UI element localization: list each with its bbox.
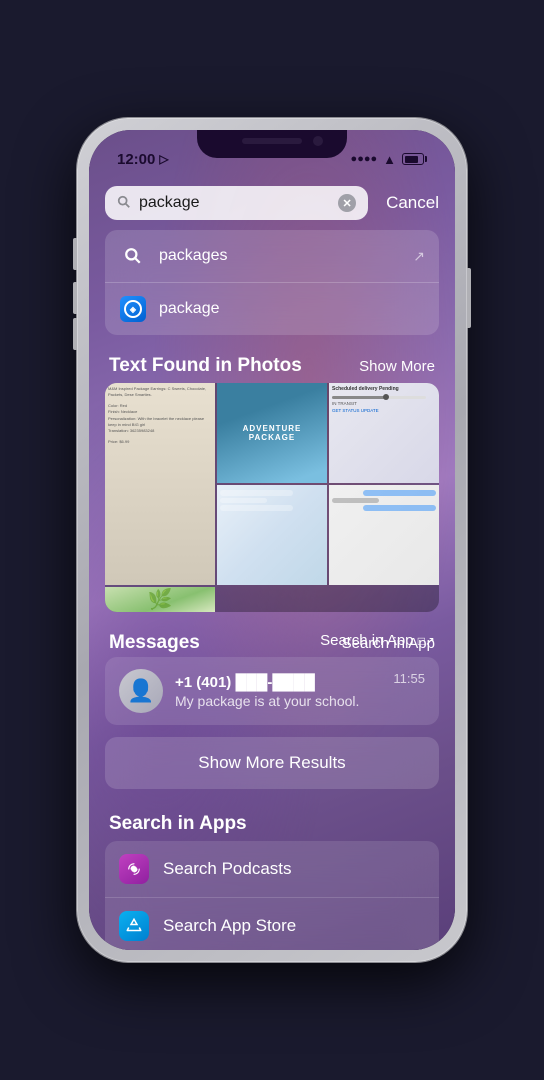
screen-bg: 12:00 ▷ ●●●● ▲: [89, 130, 455, 950]
search-apps-container: Search Podcasts Search App: [105, 841, 439, 950]
clock: 12:00: [117, 151, 155, 168]
photo-cell-5[interactable]: [329, 485, 439, 585]
suggestion-arrow-icon: ↗: [413, 248, 425, 265]
suggestion-packages-label: packages: [159, 247, 401, 265]
appstore-icon: [119, 911, 149, 941]
messages-search-in-app-label[interactable]: Search in App □↗: [320, 632, 435, 649]
search-appstore-label: Search App Store: [163, 916, 296, 936]
safari-icon-wrap: ◈: [119, 295, 147, 323]
wifi-icon: ▲: [383, 152, 396, 167]
photos-section-title: Text Found in Photos: [109, 355, 302, 377]
search-clear-button[interactable]: ✕: [338, 194, 356, 212]
photo-cell-1[interactable]: M&M Inspired Package Earrings: C Sweets,…: [105, 383, 215, 585]
suggestions-container: packages ↗ ◈: [105, 230, 439, 335]
suggestion-package-label: package: [159, 300, 425, 318]
signal-icon: ●●●●: [351, 153, 378, 165]
messages-container: 👤 +1 (401) ███-████ My package is at you…: [105, 657, 439, 725]
photo-cell-3[interactable]: Scheduled delivery Pending IN TRANSIT GE…: [329, 383, 439, 483]
battery-icon: [402, 153, 427, 165]
search-in-apps-title: Search in Apps: [109, 813, 247, 835]
status-time: 12:00 ▷: [117, 151, 169, 168]
sender-name: +1 (401) ███-████: [175, 674, 315, 691]
notch-camera: [313, 136, 323, 146]
search-in-apps-header: Search in Apps: [89, 805, 455, 841]
search-icon: [117, 195, 131, 212]
show-more-results-label: Show More Results: [198, 753, 345, 772]
cancel-button[interactable]: Cancel: [376, 193, 439, 213]
search-query[interactable]: package: [139, 194, 330, 212]
search-bar[interactable]: package ✕: [105, 186, 368, 220]
phone-outer: 12:00 ▷ ●●●● ▲: [77, 118, 467, 962]
show-more-results-button[interactable]: Show More Results: [105, 737, 439, 789]
message-time: 11:55: [393, 669, 425, 686]
photo-cell-2[interactable]: ADVENTURE PACKAGE: [217, 383, 327, 483]
suggestion-package[interactable]: ◈ package: [105, 283, 439, 335]
search-appstore-item[interactable]: Search App Store: [105, 898, 439, 950]
photos-grid: M&M Inspired Package Earrings: C Sweets,…: [105, 383, 439, 612]
photos-show-more-button[interactable]: Show More: [359, 358, 435, 375]
messages-section-title: Messages: [109, 632, 200, 654]
message-item[interactable]: 👤 +1 (401) ███-████ My package is at you…: [105, 657, 439, 725]
photo-cell-6[interactable]: 🌿: [105, 587, 215, 612]
notch: [197, 130, 347, 158]
photos-section-header: Text Found in Photos Show More: [89, 347, 455, 383]
phone-inner: 12:00 ▷ ●●●● ▲: [89, 130, 455, 950]
search-podcasts-item[interactable]: Search Podcasts: [105, 841, 439, 898]
person-icon: 👤: [127, 678, 154, 704]
search-podcasts-label: Search Podcasts: [163, 859, 292, 879]
photo-cell-4[interactable]: [217, 485, 327, 585]
message-content: +1 (401) ███-████ My package is at your …: [175, 674, 381, 709]
suggestion-packages[interactable]: packages ↗: [105, 230, 439, 283]
notch-speaker: [242, 138, 302, 144]
avatar: 👤: [119, 669, 163, 713]
search-bar-container: package ✕ Cancel: [89, 178, 455, 230]
message-sender: +1 (401) ███-████: [175, 674, 381, 691]
location-arrow-icon: ▷: [159, 152, 168, 166]
status-icons: ●●●● ▲: [351, 152, 427, 167]
phone-frame: 12:00 ▷ ●●●● ▲: [0, 0, 544, 1080]
suggestion-search-icon: [119, 242, 147, 270]
message-preview: My package is at your school.: [175, 693, 381, 709]
podcasts-icon: [119, 854, 149, 884]
